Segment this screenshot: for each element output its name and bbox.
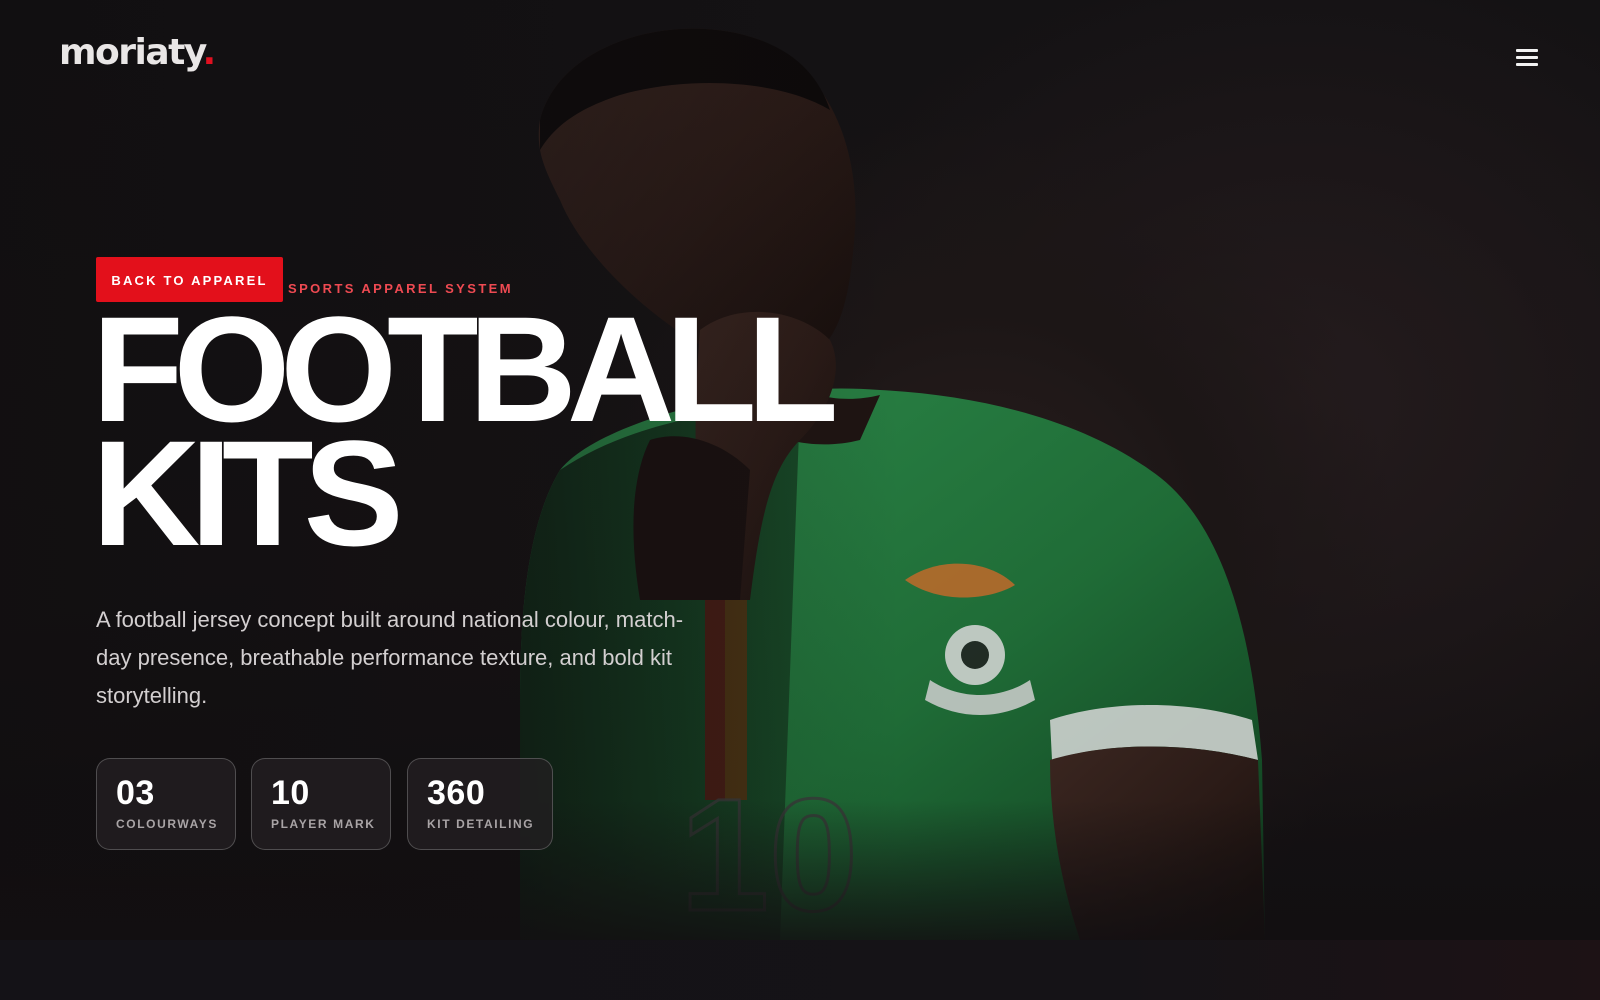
image-overlay-bottom — [0, 800, 1600, 940]
stat-label: KIT DETAILING — [427, 817, 535, 831]
next-section — [0, 940, 1600, 1000]
logo-dot: . — [202, 32, 217, 73]
hero-description: A football jersey concept built around n… — [96, 607, 684, 708]
brand-logo[interactable]: moriaty. — [59, 32, 217, 73]
site-header: moriaty. — [0, 0, 1600, 115]
logo-text: moriaty — [59, 32, 204, 73]
stat-value: 10 — [271, 774, 310, 812]
hero-headline: FOOTBALL KITS — [92, 294, 839, 568]
stat-label: COLOURWAYS — [116, 817, 219, 831]
hamburger-menu-icon[interactable] — [1516, 48, 1538, 66]
stat-card-colourways: 03 COLOURWAYS — [96, 758, 236, 850]
stat-card-player-mark: 10 PLAYER MARK — [251, 758, 391, 850]
stat-card-kit-detailing: 360 KIT DETAILING — [407, 758, 553, 850]
stat-label: PLAYER MARK — [271, 817, 376, 831]
hero-section: 10 moriaty. BACK TO APPAREL SPORTS APPAR… — [0, 0, 1600, 940]
stat-value: 360 — [427, 774, 486, 812]
stat-value: 03 — [116, 774, 155, 812]
